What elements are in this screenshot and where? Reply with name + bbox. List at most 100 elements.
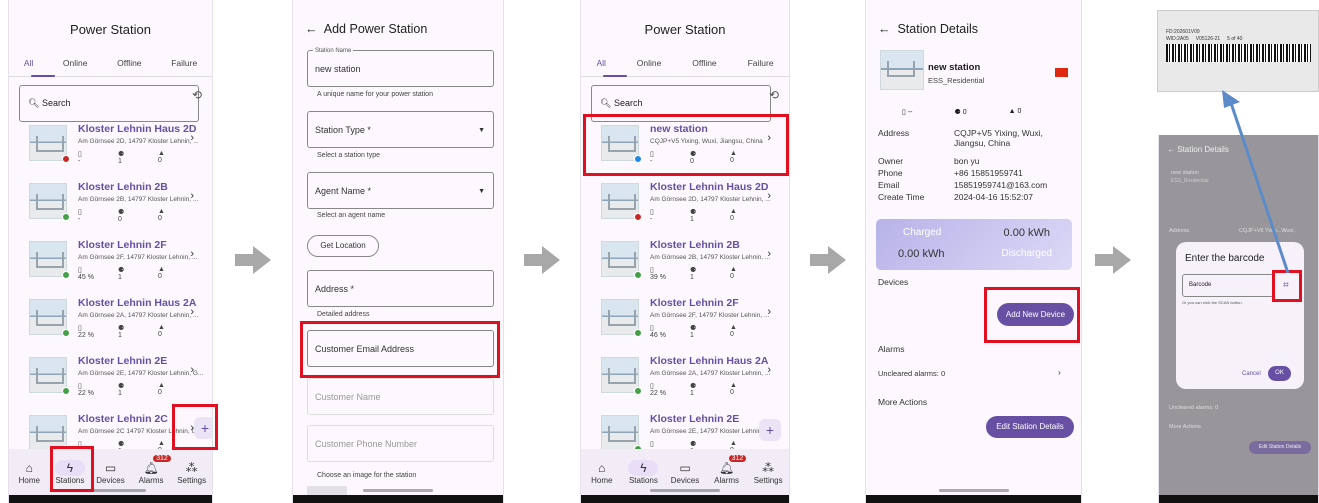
- field-placeholder: Customer Name: [315, 392, 381, 402]
- alarm-stat: ▲ 0: [730, 324, 770, 339]
- search-input[interactable]: 🔍︎ Search: [591, 85, 771, 122]
- address-field[interactable]: Address *: [307, 270, 494, 307]
- nav-home[interactable]: ⌂ Home: [11, 460, 47, 485]
- nav-devices[interactable]: ▭ Devices: [92, 460, 128, 485]
- get-location-button[interactable]: Get Location: [307, 235, 379, 257]
- nav-settings[interactable]: ⁂ Settings: [750, 460, 786, 485]
- station-list-item[interactable]: Kloster Lehnin 2F Am Görnsee 2F, 14797 K…: [591, 293, 779, 351]
- detail-value: 15851959741@163.com: [954, 180, 1048, 190]
- tab-failure[interactable]: Failure: [171, 58, 197, 68]
- battery-icon: ▯: [650, 441, 654, 448]
- device-icon: ⚈: [118, 441, 125, 448]
- tab-offline[interactable]: Offline: [692, 58, 716, 68]
- station-list-item[interactable]: Kloster Lehnin Haus 2D Am Görnsee 2D, 14…: [591, 177, 779, 235]
- tab-failure[interactable]: Failure: [748, 58, 774, 68]
- nav-stations[interactable]: ϟ Stations: [625, 459, 661, 485]
- alarm-stat: ▲ 0: [158, 150, 198, 165]
- screen-add-power-station: ← Add Power Station Station Name new sta…: [292, 0, 504, 503]
- stat-value: 0: [730, 331, 734, 338]
- field-label: Customer Email Address: [315, 344, 415, 354]
- back-arrow-icon[interactable]: ←: [878, 22, 891, 36]
- device-stat: ⚈0: [118, 208, 158, 223]
- cancel-button[interactable]: Cancel: [1242, 371, 1261, 377]
- nav-settings[interactable]: ⁂ Settings: [174, 460, 210, 485]
- search-icon: 🔍︎: [28, 98, 40, 108]
- chevron-right-icon[interactable]: ›: [1058, 367, 1061, 377]
- station-list-item[interactable]: Kloster Lehnin 2B Am Görnsee 2B, 14797 K…: [19, 177, 202, 235]
- station-type: ESS_Residential: [928, 76, 985, 85]
- station-name: Kloster Lehnin 2F: [78, 239, 167, 251]
- station-list-item[interactable]: Kloster Lehnin 2F Am Görnsee 2F, 14797 K…: [19, 235, 202, 293]
- device-stat: ⚈1: [118, 150, 158, 165]
- search-input[interactable]: 🔍︎ Search: [19, 85, 199, 122]
- nav-alarms[interactable]: 🔔︎ 312 Alarms: [133, 454, 171, 485]
- battery-icon: ▯: [650, 325, 654, 332]
- station-stats: ▯ - ⚈1 ▲ 0: [650, 208, 770, 223]
- tab-all[interactable]: All: [596, 58, 605, 68]
- station-stats: ▯ 22 % ⚈1 ▲ 0: [650, 382, 770, 397]
- station-photo: [601, 415, 639, 451]
- stat-value: 46 %: [650, 332, 666, 339]
- image-picker[interactable]: [307, 486, 347, 495]
- back-arrow-icon[interactable]: ←: [305, 22, 318, 36]
- charged-label: Charged: [903, 227, 942, 238]
- stat-value: 45 %: [78, 274, 94, 281]
- tab-offline[interactable]: Offline: [117, 58, 141, 68]
- status-dot: [634, 329, 642, 337]
- agent-name-select[interactable]: Agent Name * ▼: [307, 172, 494, 209]
- device-stat: ⚈1: [690, 266, 730, 281]
- nav-home[interactable]: ⌂ Home: [584, 460, 620, 485]
- station-list-item[interactable]: Kloster Lehnin 2B Am Görnsee 2B, 14797 K…: [591, 235, 779, 293]
- history-icon[interactable]: ⟲: [192, 88, 202, 102]
- station-name-field[interactable]: Station Name new station: [307, 46, 494, 87]
- uncleared-alarms[interactable]: Uncleared alarms: 0: [878, 369, 945, 378]
- station-name: new station: [1171, 170, 1199, 176]
- station-photo: [601, 357, 639, 393]
- chevron-right-icon: ›: [767, 306, 771, 318]
- tab-all[interactable]: All: [24, 58, 33, 68]
- nav-stations[interactable]: ϟ Stations: [52, 459, 88, 485]
- alarm-count-badge: 312: [153, 454, 171, 462]
- nav-alarms[interactable]: 🔔︎ 312 Alarms: [709, 454, 747, 485]
- warning-icon: ▲: [158, 150, 165, 157]
- add-new-device-button[interactable]: Add New Device: [997, 303, 1074, 326]
- station-photo: [880, 50, 924, 90]
- chevron-right-icon: ›: [190, 364, 194, 376]
- customer-email-field[interactable]: Customer Email Address: [307, 330, 494, 367]
- station-list-item[interactable]: Kloster Lehnin Haus 2D Am Görnsee 2D, 14…: [19, 119, 202, 177]
- ok-button[interactable]: OK: [1268, 366, 1291, 381]
- add-station-button[interactable]: +: [194, 417, 212, 439]
- station-list-item[interactable]: Kloster Lehnin Haus 2A Am Görnsee 2A, 14…: [591, 351, 779, 409]
- add-station-button[interactable]: +: [759, 419, 781, 441]
- battery-stat: ▯ -: [78, 150, 118, 165]
- status-dot: [634, 387, 642, 395]
- arrow-right-icon: [810, 246, 846, 274]
- page-title: Power Station: [70, 22, 151, 37]
- alarm-stat: ▲ 0: [730, 266, 770, 281]
- tab-online[interactable]: Online: [63, 58, 88, 68]
- station-list-item[interactable]: Kloster Lehnin Haus 2A Am Görnsee 2A, 14…: [19, 293, 202, 351]
- nav-devices[interactable]: ▭ Devices: [667, 460, 703, 485]
- station-type-select[interactable]: Station Type * ▼: [307, 111, 494, 148]
- station-name: Kloster Lehnin 2B: [78, 181, 168, 193]
- screen-power-station-list: Power Station All Online Offline Failure…: [8, 0, 213, 503]
- stat-value: 1: [118, 158, 122, 165]
- station-list-item[interactable]: Kloster Lehnin 2E Am Görnsee 2E, 14797 K…: [19, 351, 204, 409]
- scan-icon[interactable]: ⌗: [1283, 280, 1289, 291]
- station-list-item[interactable]: new station CQJP+V5 Yixing, Wuxi, Jiangs…: [591, 119, 779, 177]
- alarm-stat: ▲ 0: [158, 208, 198, 223]
- station-address: Am Görnsee 2E, 14797 Kloster Lehnin, G..…: [78, 370, 204, 377]
- station-photo: [29, 357, 67, 393]
- battery-icon: ▯: [78, 267, 82, 274]
- station-photo: [601, 125, 639, 161]
- customer-name-field[interactable]: Customer Name: [307, 378, 494, 415]
- edit-station-details-button[interactable]: Edit Station Details: [986, 416, 1074, 438]
- customer-phone-field[interactable]: Customer Phone Number: [307, 425, 494, 462]
- nav-label: Settings: [177, 475, 207, 485]
- battery-icon: ▯: [650, 209, 654, 216]
- history-icon[interactable]: ⟲: [769, 88, 779, 102]
- field-helper: Detailed address: [317, 311, 370, 318]
- warning-icon: ▲: [730, 266, 737, 273]
- battery-icon: ▯: [650, 267, 654, 274]
- tab-online[interactable]: Online: [637, 58, 662, 68]
